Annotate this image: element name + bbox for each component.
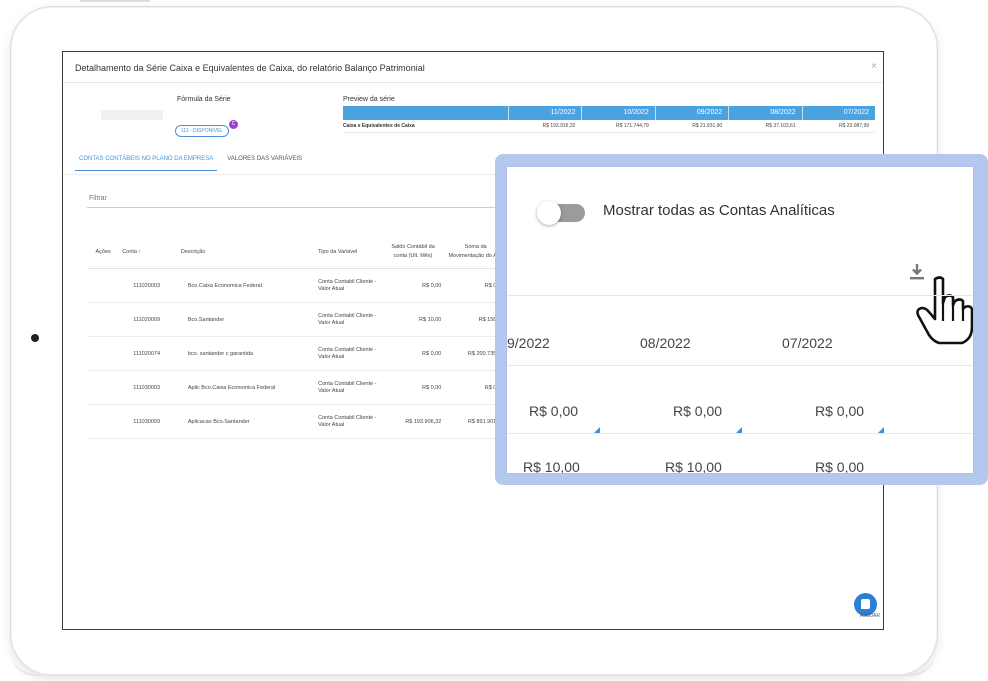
sort-arrow-icon: ↑ <box>138 249 142 255</box>
zoom-callout: Mostrar todas as Contas Analíticas 9/202… <box>495 154 988 485</box>
zoom-cell: R$ 10,00 <box>523 459 580 473</box>
col-acoes: Ações <box>87 236 120 269</box>
show-analytic-accounts-toggle[interactable] <box>537 201 585 225</box>
preview-period: 07/2022 <box>801 106 875 120</box>
row-tipo: Conta Contabil Cliente - Valor Atual <box>315 404 382 439</box>
preview-table: 11/2022 10/2022 09/2022 08/2022 07/2022 … <box>343 106 875 133</box>
row-saldo: R$ 0,00 <box>381 268 445 303</box>
row-actions <box>87 336 120 371</box>
filter-input[interactable]: Filtrar <box>89 195 107 202</box>
zoom-cell: R$ 0,00 <box>529 403 579 419</box>
table-row[interactable]: 111030009 Aplicacao Bco.Santander Conta … <box>87 404 507 439</box>
zoom-cell: R$ 10,00 <box>665 459 722 473</box>
modal-title: Detalhamento da Série Caixa e Equivalent… <box>75 63 425 73</box>
row-saldo: R$ 193.906,32 <box>381 404 445 439</box>
zoom-cell: R$ 0,00 <box>815 403 865 419</box>
accounts-table: Ações Conta ↑ Descrição Tipo da Variável… <box>87 236 507 439</box>
filter-underline <box>87 207 532 208</box>
tab-valores-variaveis[interactable]: VALORES DAS VARIÁVEIS <box>223 152 306 174</box>
preview-period: 09/2022 <box>654 106 728 120</box>
col-saldo: Saldo Contábil da conta (Ult. Mês) <box>381 236 445 269</box>
row-actions <box>87 268 120 303</box>
toggle-label: Mostrar todas as Contas Analíticas <box>603 202 835 219</box>
col-conta[interactable]: Conta ↑ <box>119 236 178 269</box>
row-conta: 111020074 <box>119 336 178 371</box>
zoom-content: Mostrar todas as Contas Analíticas 9/202… <box>507 167 973 473</box>
tablet-top-notch <box>80 0 150 2</box>
zoom-cell: R$ 0,00 <box>673 403 723 419</box>
preview-row-label: Caixa e Equivalentes de Caixa <box>343 123 415 129</box>
row-tipo: Conta Contabil Cliente - Valor Atual <box>315 302 382 337</box>
preview-value: R$ 171.744,79 <box>616 123 649 129</box>
table-row[interactable]: 111030003 Aplic Bco.Caixa Economica Fede… <box>87 370 507 405</box>
table-row[interactable]: 111020074 bco. santander c garantida Con… <box>87 336 507 371</box>
row-saldo: R$ 0,00 <box>381 370 445 405</box>
row-tipo: Conta Contabil Cliente - Valor Atual <box>315 370 382 405</box>
row-tipo: Conta Contabil Cliente - Valor Atual <box>315 336 382 371</box>
table-header-row: Ações Conta ↑ Descrição Tipo da Variável… <box>87 236 507 269</box>
table-row[interactable]: 111020003 Bco.Caixa Economica Federal Co… <box>87 268 507 303</box>
zoom-period-header: 08/2022 <box>640 335 691 351</box>
placeholder-block <box>101 110 163 120</box>
preview-value: R$ 193.916,32 <box>542 123 576 129</box>
chat-bubble-icon <box>861 599 870 609</box>
tablet-camera <box>31 334 39 342</box>
row-saldo: R$ 10,00 <box>381 302 445 337</box>
tab-contas-contabeis[interactable]: CONTAS CONTÁBEIS NO PLANO DA EMPRESA <box>75 152 218 171</box>
preview-value: R$ 23.087,99 <box>839 123 870 129</box>
col-conta-label: Conta <box>122 249 137 255</box>
preview-period: 08/2022 <box>728 106 801 120</box>
row-descricao: bco. santander c garantida <box>177 336 316 371</box>
formula-label: Fórmula da Série <box>177 96 231 103</box>
tab-bar: CONTAS CONTÁBEIS NO PLANO DA EMPRESA VAL… <box>75 152 312 174</box>
preview-header-row: 11/2022 10/2022 09/2022 08/2022 07/2022 <box>343 106 875 120</box>
toggle-knob <box>537 201 561 225</box>
hand-pointer-cursor-icon <box>916 276 973 345</box>
row-descricao: Aplic Bco.Caixa Economica Federal <box>177 370 316 405</box>
row-actions <box>87 404 120 439</box>
zoom-period-header: 07/2022 <box>782 335 833 351</box>
zoom-cell: R$ 0,00 <box>815 459 865 473</box>
zoom-divider <box>507 295 973 296</box>
row-tipo: Conta Contabil Cliente - Valor Atual <box>315 268 382 303</box>
formula-badge: C <box>229 120 238 129</box>
preview-data-row: Caixa e Equivalentes de Caixa R$ 193.916… <box>343 120 875 133</box>
tablet-bottom-edge <box>10 650 936 676</box>
row-actions <box>87 370 120 405</box>
row-conta: 111030009 <box>119 404 178 439</box>
header-divider <box>63 82 883 83</box>
row-descricao: Bco.Caixa Economica Federal <box>177 268 316 303</box>
zoom-row-divider <box>507 433 973 434</box>
col-tipo: Tipo da Variável <box>315 236 382 269</box>
row-saldo: R$ 0,00 <box>381 336 445 371</box>
col-descricao: Descrição <box>177 236 316 269</box>
preview-header-blank <box>343 106 508 120</box>
row-actions <box>87 302 120 337</box>
row-conta: 111020009 <box>119 302 178 337</box>
preview-label: Preview da série <box>343 96 395 103</box>
preview-period: 10/2022 <box>581 106 654 120</box>
zoom-row-divider <box>507 365 973 366</box>
table-row[interactable]: 111020009 Bco.Santander Conta Contabil C… <box>87 302 507 337</box>
preview-period: 11/2022 <box>508 106 581 120</box>
row-conta: 111020003 <box>119 268 178 303</box>
preview-value: R$ 37.103,61 <box>765 123 796 129</box>
formula-chip[interactable]: 111 - DISPONÍVEL <box>175 125 230 137</box>
row-descricao: Bco.Santander <box>177 302 316 337</box>
preview-value: R$ 21.931,90 <box>692 123 723 129</box>
row-conta: 111030003 <box>119 370 178 405</box>
close-icon[interactable]: × <box>871 61 877 72</box>
chat-label: AJUDAR <box>860 613 881 619</box>
zoom-period-header: 9/2022 <box>507 335 550 351</box>
row-descricao: Aplicacao Bco.Santander <box>177 404 316 439</box>
